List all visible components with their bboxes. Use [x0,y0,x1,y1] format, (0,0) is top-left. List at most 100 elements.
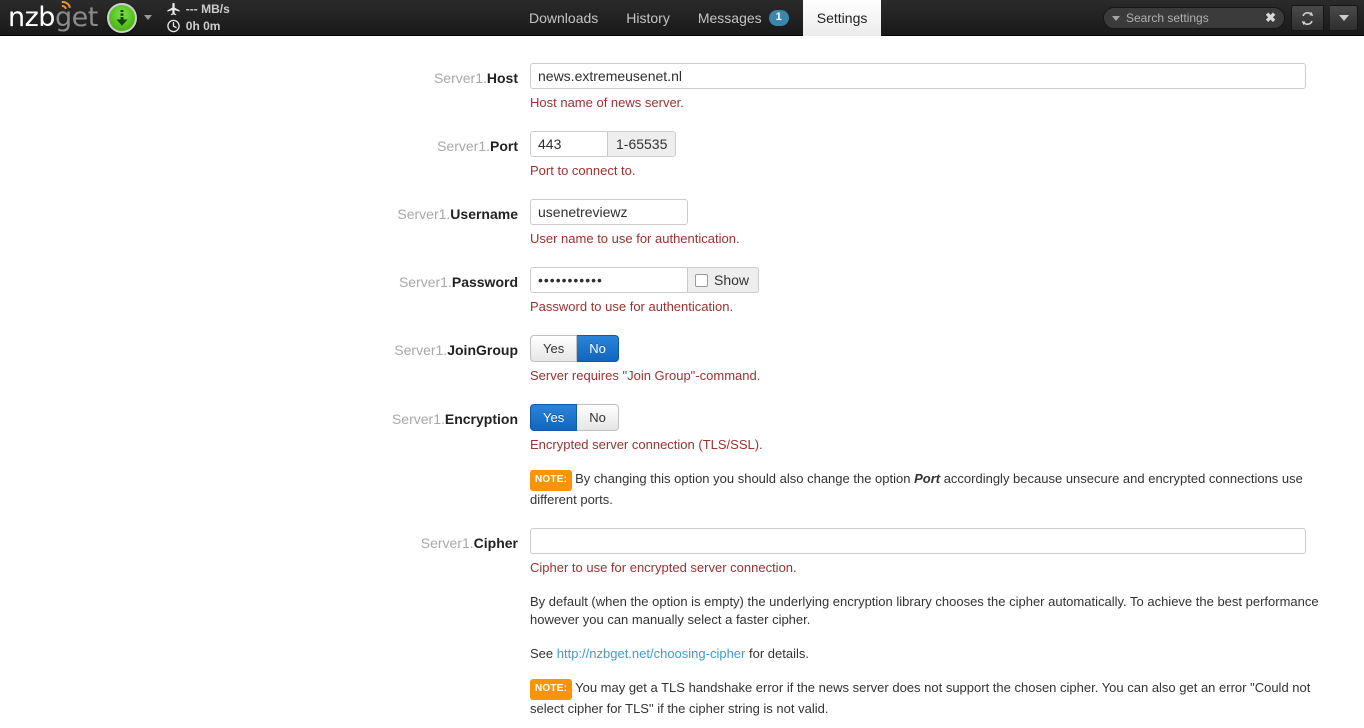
cipher-help: Cipher to use for encrypted server conne… [530,560,797,575]
password-input[interactable] [530,267,688,293]
note-badge: NOTE: [530,470,573,491]
clear-x-icon[interactable]: ✖ [1265,11,1276,24]
time-status-row: 0h 0m [166,18,230,34]
encryption-option-yes[interactable]: Yes [530,404,578,431]
setting-row-password: Server1.Password Show Password to use fo… [0,267,1364,316]
control-username: User name to use for authentication. [530,199,1364,248]
top-navbar: nzbget --- MB/s 0h 0m Downloads History … [0,0,1364,36]
tab-downloads[interactable]: Downloads [515,0,612,36]
partial-row-top [0,36,1364,42]
wifi-arc-icon [55,1,71,11]
label-host: Server1.Host [0,63,530,88]
setting-row-cipher: Server1.Cipher Cipher to use for encrypt… [0,528,1364,718]
password-input-group: Show [530,267,1340,293]
label-name: JoinGroup [447,342,518,358]
label-prefix: Server1. [391,411,445,427]
encryption-note-emphasis: Port [914,471,941,486]
encryption-note: NOTE: By changing this option you should … [530,470,1336,509]
tab-settings-label: Settings [816,10,868,26]
settings-content: Server1.Host Host name of news server. S… [0,36,1364,728]
setting-row-joingroup: Server1.JoinGroup Yes No Server requires… [0,335,1364,385]
refresh-sync-icon [1301,11,1314,25]
label-prefix: Server1. [398,274,452,290]
label-name: Host [486,70,518,86]
clock-icon [167,19,180,33]
main-nav-tabs: Downloads History Messages 1 Settings [515,0,882,36]
cipher-input[interactable] [530,528,1306,554]
messages-count-badge: 1 [768,10,789,26]
label-prefix: Server1. [397,206,451,222]
navbar-right-controls: Search settings ✖ [1103,0,1358,36]
tab-downloads-label: Downloads [529,10,599,26]
host-input[interactable] [530,63,1306,89]
label-cipher: Server1.Cipher [0,528,530,553]
cipher-link-before: See [530,646,557,661]
control-host: Host name of news server. [530,63,1364,112]
cipher-paragraph: By default (when the option is empty) th… [530,594,1319,627]
cipher-link-line: See http://nzbget.net/choosing-cipher fo… [530,645,1336,663]
label-prefix: Server1. [420,535,474,551]
label-name: Password [451,274,518,290]
brand-text-nzb: nzb [8,2,55,33]
checkbox-icon[interactable] [695,273,708,287]
encryption-toggle-group: Yes No [530,404,1340,431]
show-password-label: Show [714,272,750,288]
host-help: Host name of news server. [530,95,684,110]
tab-settings[interactable]: Settings [802,0,882,36]
joingroup-option-yes[interactable]: Yes [530,335,578,362]
label-encryption: Server1.Encryption [0,404,530,429]
show-password-toggle[interactable]: Show [688,267,760,293]
setting-row-username: Server1.Username User name to use for au… [0,199,1364,248]
joingroup-help: Server requires "Join Group"-command. [530,368,761,383]
joingroup-option-no[interactable]: No [577,335,619,362]
caret-down-icon[interactable] [1112,15,1120,21]
control-encryption: Yes No Encrypted server connection (TLS/… [530,404,1364,509]
encryption-option-no[interactable]: No [577,404,619,431]
port-input-group: 1-65535 [530,131,1340,157]
encryption-note-before: By changing this option you should also … [575,471,915,486]
note-badge: NOTE: [530,679,573,700]
control-cipher: Cipher to use for encrypted server conne… [530,528,1364,718]
tab-messages-label: Messages [697,10,762,26]
tab-history-label: History [626,10,670,26]
label-name: Encryption [444,411,518,427]
speed-status-row: --- MB/s [166,1,230,17]
brand-logo[interactable]: nzbget [0,0,98,36]
download-arrow-icon[interactable] [106,2,137,33]
port-help: Port to connect to. [530,163,636,178]
airplane-icon [167,2,180,16]
brand-text: nzbget [8,1,98,33]
label-name: Cipher [473,535,518,551]
time-value: 0h 0m [185,19,221,33]
cipher-note-text: You may get a TLS handshake error if the… [530,680,1311,716]
tab-history[interactable]: History [612,0,684,36]
setting-row-host: Server1.Host Host name of news server. [0,63,1364,112]
password-help: Password to use for authentication. [530,299,734,314]
label-username: Server1.Username [0,199,530,224]
tab-messages[interactable]: Messages 1 [684,0,803,36]
search-input[interactable]: Search settings ✖ [1103,7,1285,29]
caret-down-icon [1338,15,1349,21]
control-port: 1-65535 Port to connect to. [530,131,1364,180]
setting-row-port: Server1.Port 1-65535 Port to connect to. [0,131,1364,180]
username-help: User name to use for authentication. [530,231,740,246]
label-name: Port [490,138,518,154]
search-placeholder: Search settings [1126,11,1209,25]
port-range-addon: 1-65535 [608,131,677,157]
speed-value: --- MB/s [185,2,230,16]
label-name: Username [450,206,518,222]
label-joingroup: Server1.JoinGroup [0,335,530,360]
setting-row-encryption: Server1.Encryption Yes No Encrypted serv… [0,404,1364,509]
label-prefix: Server1. [394,342,448,358]
label-prefix: Server1. [433,70,487,86]
port-input[interactable] [530,131,608,157]
encryption-help: Encrypted server connection (TLS/SSL). [530,437,763,452]
caret-down-icon[interactable] [143,15,152,20]
control-password: Show Password to use for authentication. [530,267,1364,316]
choosing-cipher-link[interactable]: http://nzbget.net/choosing-cipher [557,646,746,661]
navbar-dropdown-button[interactable] [1330,5,1358,31]
refresh-button[interactable] [1291,5,1324,31]
download-arrow-glyph [116,9,128,26]
username-input[interactable] [530,199,688,225]
label-prefix: Server1. [437,138,490,154]
